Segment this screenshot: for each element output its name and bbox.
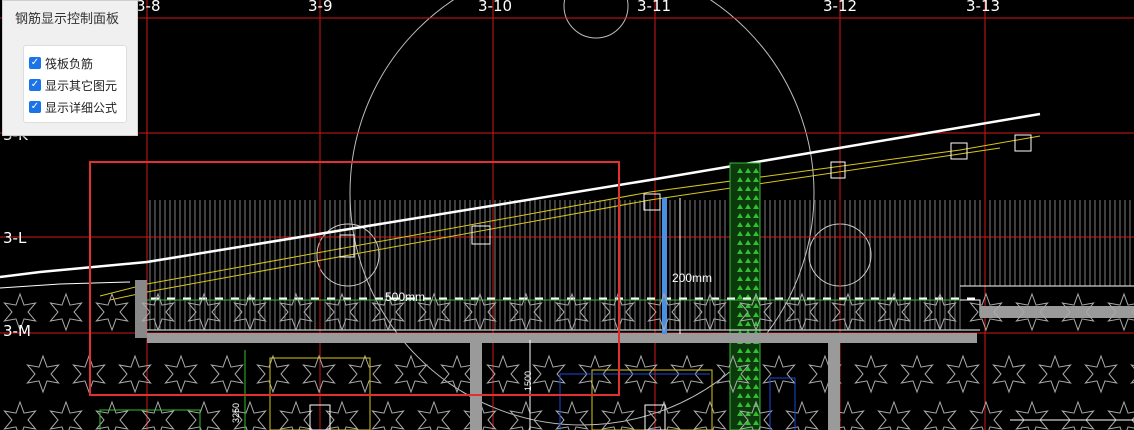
options-box: ✓ 筏板负筋 ✓ 显示其它图元 ✓ 显示详细公式 xyxy=(23,45,127,123)
soil-star xyxy=(1107,400,1134,430)
soil-star xyxy=(785,400,819,430)
soil-star xyxy=(992,354,1026,394)
soil-star xyxy=(279,400,313,430)
soil-star xyxy=(256,354,290,394)
soil-star xyxy=(647,400,681,430)
option-show-other-elements[interactable]: ✓ 显示其它图元 xyxy=(29,76,117,94)
selected-rebar[interactable] xyxy=(662,198,667,334)
axis-label-col-5: 3-12 xyxy=(823,0,858,15)
soil-star xyxy=(1084,354,1118,394)
axis-label-col-6: 3-13 xyxy=(966,0,1001,15)
checkbox-checked-icon[interactable]: ✓ xyxy=(29,79,41,91)
soil-star xyxy=(164,354,198,394)
top-circle xyxy=(563,0,629,39)
panel-title: 钢筋显示控制面板 xyxy=(15,12,120,27)
soil-star xyxy=(877,400,911,430)
soil-star xyxy=(509,400,543,430)
soil-star xyxy=(762,354,796,394)
axis-label-col-4: 3-11 xyxy=(637,0,672,15)
soil-star xyxy=(26,354,60,394)
slope-markers xyxy=(339,134,1032,258)
axis-label-row-2: 3-L xyxy=(3,229,27,247)
cad-drawing-canvas[interactable] xyxy=(0,0,1134,430)
soil-star xyxy=(440,354,474,394)
soil-star xyxy=(95,400,129,430)
soil-star xyxy=(693,400,727,430)
option-show-detailed-formula[interactable]: ✓ 显示详细公式 xyxy=(29,98,117,116)
slab-outer-left xyxy=(0,281,131,289)
checkbox-checked-icon[interactable]: ✓ xyxy=(29,57,41,69)
soil-star xyxy=(1015,400,1049,430)
soil-star xyxy=(210,354,244,394)
soil-star xyxy=(486,354,520,394)
axis-label-row-3: 3-M xyxy=(3,322,31,340)
axis-label-col-2: 3-9 xyxy=(308,0,333,15)
rebar-display-control-panel[interactable]: 钢筋显示控制面板 ✓ 筏板负筋 ✓ 显示其它图元 ✓ 显示详细公式 xyxy=(2,0,138,136)
option-raft-negative-rebar[interactable]: ✓ 筏板负筋 xyxy=(29,54,93,72)
option-label: 筏板负筋 xyxy=(45,56,94,71)
soil-star xyxy=(187,400,221,430)
soil-star xyxy=(923,400,957,430)
soil-star xyxy=(417,400,451,430)
soil-star xyxy=(900,354,934,394)
lower-structures xyxy=(99,333,1134,430)
soil-star xyxy=(302,354,336,394)
soil-star xyxy=(325,400,359,430)
option-label: 显示详细公式 xyxy=(45,100,118,115)
soil-star xyxy=(555,400,589,430)
axis-label-col-3: 3-10 xyxy=(478,0,513,15)
soil-star xyxy=(118,354,152,394)
soil-star xyxy=(371,400,405,430)
soil-star xyxy=(3,400,37,430)
dimension-200mm: 200mm xyxy=(672,271,713,285)
soil-star xyxy=(854,354,888,394)
soil-star xyxy=(348,354,382,394)
axis-label-col-1: 3-8 xyxy=(136,0,161,15)
soil-star xyxy=(946,354,980,394)
dimension-500mm: 500mm xyxy=(385,290,426,304)
soil-star xyxy=(49,400,83,430)
soil-star xyxy=(601,400,635,430)
soil-star xyxy=(1061,400,1095,430)
checkbox-checked-icon[interactable]: ✓ xyxy=(29,101,41,113)
dimension-1500: 1500 xyxy=(523,370,534,392)
soil-star xyxy=(969,400,1003,430)
dimension-3250: 3250 xyxy=(231,402,242,424)
option-label: 显示其它图元 xyxy=(45,78,118,93)
soil-star xyxy=(49,292,83,332)
soil-star xyxy=(1038,354,1072,394)
